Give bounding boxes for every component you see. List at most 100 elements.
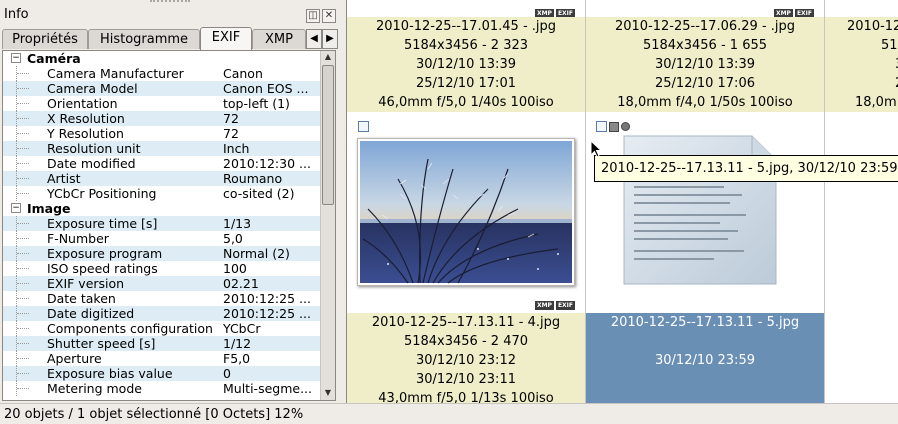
app-window: Info ◫ ✕ Propriétés Histogramme EXIF XMP… [0,0,898,424]
tree-branch-icon [16,246,30,261]
tree-branch-icon [16,96,30,111]
exif-tree: − Caméra Camera Manufacturer Canon Camera… [2,50,336,401]
exif-key: Camera Manufacturer [47,66,184,81]
exif-key: Shutter speed [s] [47,336,156,351]
exif-row[interactable]: Orientation top-left (1) [3,96,321,111]
scroll-up-icon[interactable]: ▲ [321,51,335,64]
exif-value: co-sited (2) [223,186,295,201]
tab-exif[interactable]: EXIF [200,27,252,50]
status-bar: 20 objets / 1 objet sélectionné [0 Octet… [0,403,898,424]
thumbnail-cell[interactable]: XMP EXIF 2010-12-25--17.01.45 - .jpg 5184… [347,0,586,112]
file-name: 2010-12-25--17.06.29 - .jpg [614,19,796,34]
exif-row[interactable]: EXIF version 02.21 [3,276,321,291]
date-taken: 30/12/10 23:11 [416,372,516,387]
exif-key: X Resolution [47,111,125,126]
select-checkbox[interactable] [358,121,369,132]
exif-tree-rows: − Caméra Camera Manufacturer Canon Camera… [3,51,321,396]
exif-row[interactable]: ISO speed ratings 100 [3,261,321,276]
exif-row[interactable]: Camera Model Canon EOS ... [3,81,321,96]
exif-key: Exposure time [s] [47,216,158,231]
status-text: 20 objets / 1 objet sélectionné [0 Octet… [4,407,304,422]
exif-row[interactable]: Exposure time [s] 1/13 [3,216,321,231]
exif-row[interactable]: Aperture F5,0 [3,351,321,366]
tree-branch-icon [16,306,30,321]
status-dot-icon [621,122,630,131]
shot-info: 43,0mm f/5,0 1/13s 100iso [378,391,554,403]
exif-row[interactable]: Y Resolution 72 [3,126,321,141]
exif-value: YCbCr [223,321,261,336]
shot-info: 46,0mm f/5,0 1/40s 100iso [378,95,554,110]
exif-key: Y Resolution [47,126,124,141]
exif-row[interactable]: Camera Manufacturer Canon [3,66,321,81]
tree-branch-icon [16,141,30,156]
collapse-icon[interactable]: − [11,53,21,63]
exif-value: top-left (1) [223,96,290,111]
exif-value: Multi-segme... [223,381,312,396]
exif-row[interactable]: Artist Roumano [3,171,321,186]
exif-row[interactable]: F-Number 5,0 [3,231,321,246]
exif-row[interactable]: Metering mode Multi-segme... [3,381,321,396]
collapse-icon[interactable]: − [11,203,21,213]
exif-key: Date modified [47,156,136,171]
tab-scroll-right-icon[interactable]: ▶ [322,29,338,49]
exif-value: 2010:12:30 ... [223,156,311,171]
tab-proprietes[interactable]: Propriétés [2,29,88,49]
exif-row[interactable]: Shutter speed [s] 1/12 [3,336,321,351]
exif-key: ISO speed ratings [47,261,158,276]
scroll-down-icon[interactable]: ▼ [321,387,335,400]
exif-value: 5,0 [223,231,243,246]
close-panel-icon[interactable]: ✕ [322,9,336,23]
scrollbar-thumb[interactable] [322,65,334,205]
tree-branch-icon [16,381,30,396]
tab-histogramme[interactable]: Histogramme [88,29,200,49]
file-name: 2010-12-25--17.13.11 - 4.jpg [371,315,561,330]
exif-value: 72 [223,111,239,126]
section-label: Caméra [27,51,81,66]
exif-row[interactable]: Date modified 2010:12:30 ... [3,156,321,171]
exif-value: 2010:12:25 ... [223,306,311,321]
exif-row[interactable]: X Resolution 72 [3,111,321,126]
thumbnail-cell[interactable]: 2010-12-2 51 3 2 18,0m [825,0,898,112]
exif-value: 72 [223,126,239,141]
tree-branch-icon [16,366,30,381]
xmp-badge-icon: XMP [534,301,554,310]
exif-row[interactable]: Date taken 2010:12:25 ... [3,291,321,306]
exif-key: Exposure program [47,246,163,261]
exif-row[interactable]: Date digitized 2010:12:25 ... [3,306,321,321]
tab-xmp[interactable]: XMP [252,29,306,49]
exif-row[interactable]: YCbCr Positioning co-sited (2) [3,186,321,201]
panel-title: Info [4,7,29,22]
exif-row[interactable]: Components configuration YCbCr [3,321,321,336]
info-tabs: Propriétés Histogramme EXIF XMP ◀ ▶ [0,27,340,50]
exif-key: F-Number [47,231,109,246]
metadata-badges: XMP EXIF [772,3,814,18]
shot-info: 18,0m [855,95,897,110]
exif-section-image[interactable]: − Image [3,201,321,216]
tab-scroll-left-icon[interactable]: ◀ [306,29,322,49]
exif-section-camera[interactable]: − Caméra [3,51,321,66]
exif-value: Canon EOS ... [223,81,309,96]
tree-branch-icon [16,291,30,306]
exif-value: 0 [223,366,231,381]
exif-key: YCbCr Positioning [47,186,157,201]
shot-info [586,389,824,403]
thumbnail-cell[interactable]: XMP EXIF 2010-12-25--17.06.29 - .jpg 5184… [586,0,825,112]
float-panel-icon[interactable]: ◫ [306,9,320,23]
exif-key: Camera Model [47,81,138,96]
exif-row[interactable]: Exposure program Normal (2) [3,246,321,261]
date-taken: 25/12/10 17:01 [416,76,516,91]
shot-info: 18,0mm f/4,0 1/50s 100iso [617,95,793,110]
photo-thumbnail[interactable] [357,138,575,286]
exif-row[interactable]: Exposure bias value 0 [3,366,321,381]
exif-row[interactable]: Resolution unit Inch [3,141,321,156]
exif-scrollbar[interactable]: ▲ ▼ [320,51,335,400]
exif-key: Date digitized [47,306,135,321]
date-taken: 2 [825,74,898,93]
exif-key: Metering mode [47,381,142,396]
dimensions: 51 [881,38,898,53]
tree-branch-icon [16,321,30,336]
exif-value: 1/13 [223,216,252,231]
metadata-badges: XMP EXIF [533,295,575,310]
file-name: 2010-12-25--17.01.45 - .jpg [375,19,557,34]
select-checkbox[interactable] [596,121,607,132]
